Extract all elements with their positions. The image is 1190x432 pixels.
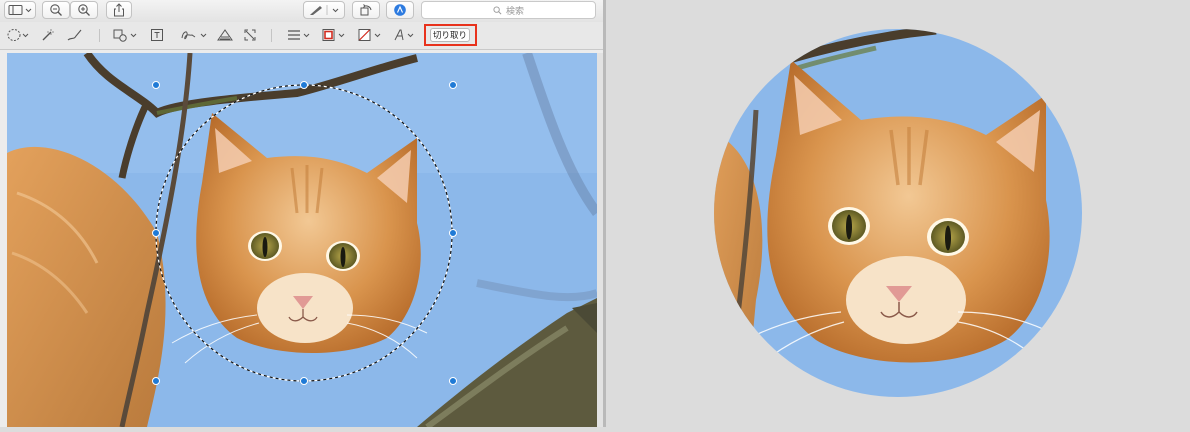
sign-tool[interactable] — [180, 26, 210, 44]
selection-handle[interactable] — [449, 377, 457, 385]
share-icon — [114, 3, 124, 17]
signature-icon — [181, 31, 207, 40]
selection-handles[interactable] — [7, 53, 597, 427]
sketch-tool[interactable] — [66, 26, 84, 44]
selection-handle[interactable] — [449, 81, 457, 89]
cropped-cat-image — [714, 29, 1082, 397]
sidebar-button[interactable] — [4, 1, 36, 19]
rotate-icon — [360, 4, 372, 16]
search-icon — [493, 5, 502, 14]
sidebar-icon — [8, 5, 32, 15]
adjust-color-icon — [217, 29, 233, 41]
sketch-icon — [67, 29, 82, 41]
crop-button[interactable]: 切り取り — [430, 28, 470, 42]
image-canvas[interactable] — [7, 53, 597, 427]
cropped-result-pane — [606, 0, 1190, 427]
line-style-tool[interactable] — [287, 26, 313, 44]
selection-handle[interactable] — [300, 377, 308, 385]
selection-handle[interactable] — [152, 377, 160, 385]
selection-handle[interactable] — [152, 81, 160, 89]
border-color-icon — [322, 29, 345, 41]
zoom-in-icon — [78, 4, 90, 16]
main-toolbar: 検索 — [0, 0, 603, 22]
instant-alpha-tool[interactable] — [40, 26, 56, 44]
ellipse-selection-icon — [7, 29, 29, 41]
text-style-icon — [394, 29, 414, 41]
share-button[interactable] — [106, 1, 132, 19]
search-field[interactable]: 検索 — [421, 1, 596, 19]
rotate-button[interactable] — [352, 1, 380, 19]
shapes-icon — [113, 29, 137, 42]
magic-wand-icon — [42, 29, 54, 41]
fill-color-icon — [358, 29, 381, 41]
shapes-tool[interactable] — [112, 26, 140, 44]
text-style-tool[interactable] — [392, 26, 418, 44]
selection-handle[interactable] — [300, 81, 308, 89]
text-tool[interactable] — [150, 26, 164, 44]
adjust-size-icon — [244, 29, 256, 41]
text-box-icon — [151, 29, 163, 41]
preview-window: 検索 切り取り — [0, 0, 603, 427]
line-style-icon — [288, 30, 310, 40]
border-color-tool[interactable] — [321, 26, 349, 44]
adjust-color-tool[interactable] — [216, 26, 234, 44]
selection-handle[interactable] — [152, 229, 160, 237]
selection-handle[interactable] — [449, 229, 457, 237]
pen-icon — [310, 5, 339, 15]
markup-icon — [394, 4, 406, 16]
adjust-size-tool[interactable] — [243, 26, 257, 44]
toolbar-separator — [99, 29, 100, 42]
zoom-out-button[interactable] — [42, 1, 70, 19]
markup-toggle-button[interactable] — [386, 1, 414, 19]
zoom-out-icon — [50, 4, 62, 16]
pen-button[interactable] — [303, 1, 345, 19]
search-placeholder: 検索 — [505, 5, 524, 16]
toolbar-separator — [271, 29, 272, 42]
zoom-in-button[interactable] — [70, 1, 98, 19]
selection-tool[interactable] — [6, 26, 32, 44]
fill-color-tool[interactable] — [357, 26, 385, 44]
